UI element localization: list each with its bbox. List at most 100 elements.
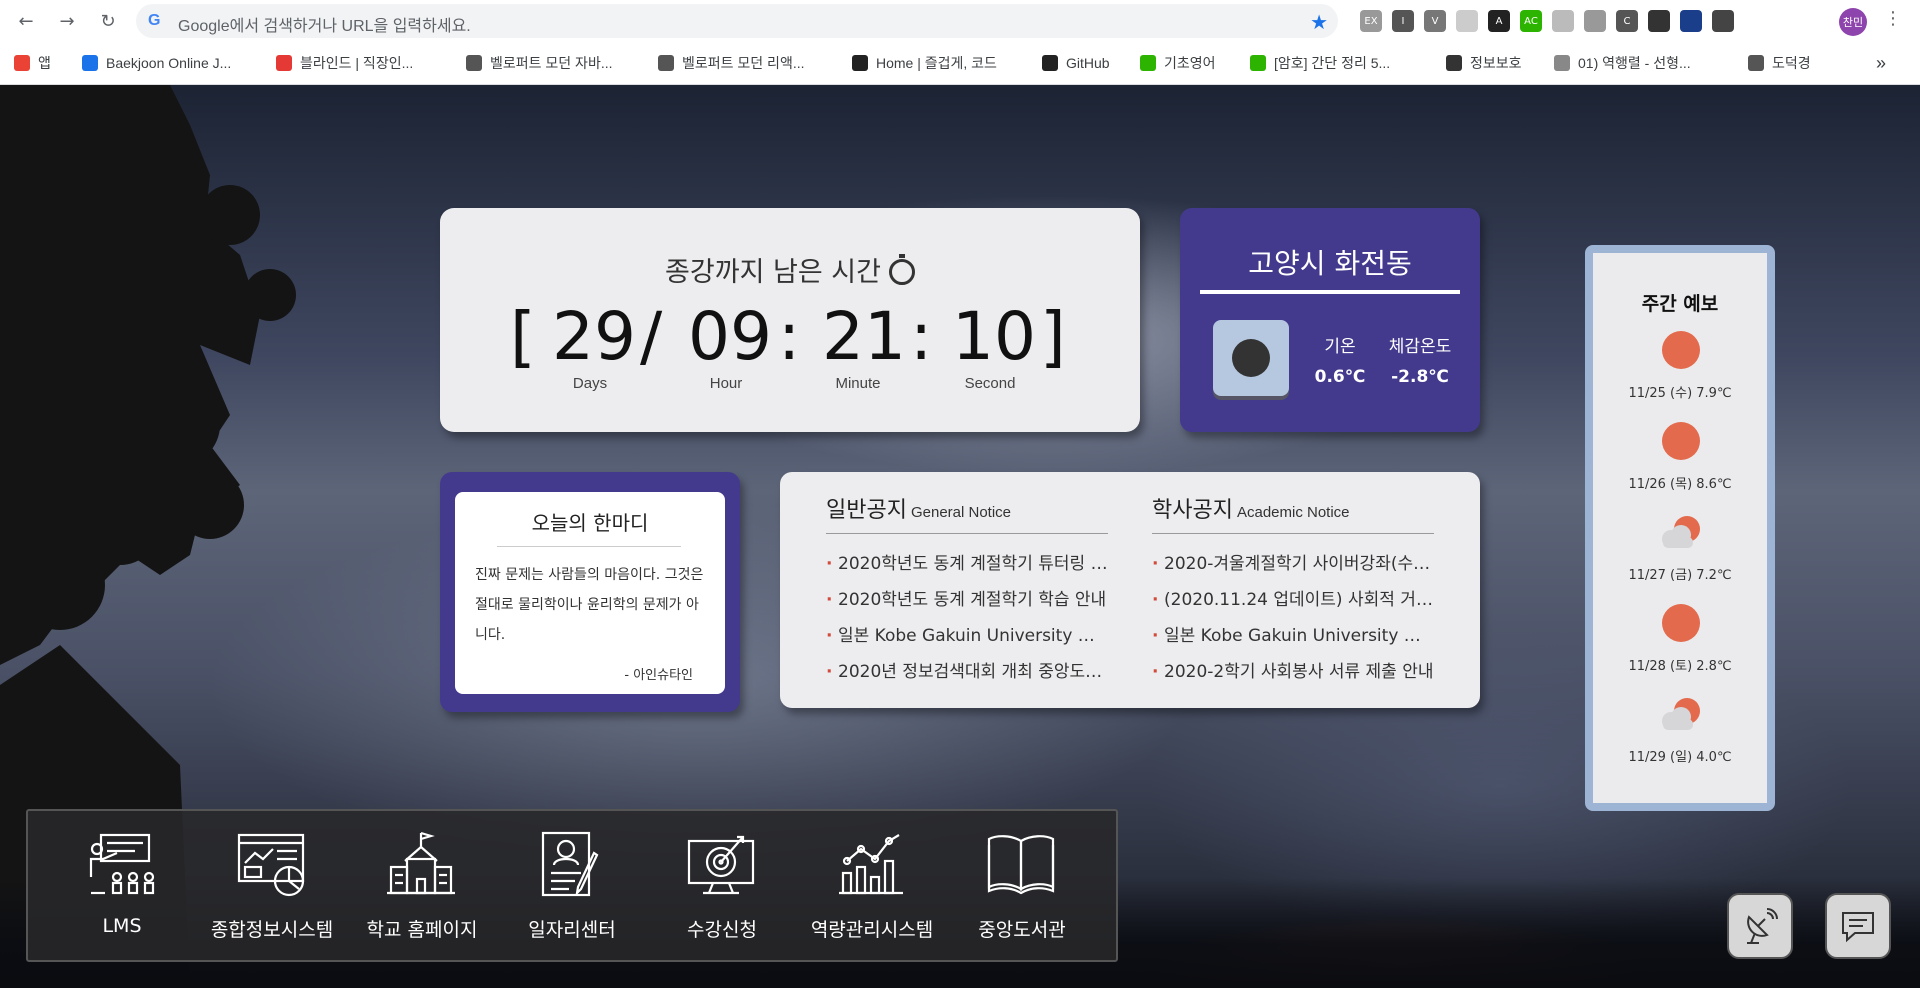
resume-icon <box>541 831 599 897</box>
shortcut-lms[interactable]: LMS <box>52 831 192 941</box>
extension-icon[interactable] <box>1648 10 1670 32</box>
address-bar-placeholder: Google에서 검색하거나 URL을 입력하세요. <box>178 18 471 35</box>
general-notice-item[interactable]: 2020학년도 동계 계절학기 튜터링 프로그램 안내 <box>826 546 1108 582</box>
bookmark-item[interactable]: 01) 역행렬 - 선형... <box>1554 52 1691 74</box>
general-notice-item[interactable]: 일본 Kobe Gakuin University 온라인 프로그램 <box>826 618 1108 654</box>
weekly-forecast-title: 주간 예보 <box>1641 293 1719 315</box>
days-label: Days <box>572 375 608 392</box>
extension-icon[interactable] <box>1456 10 1478 32</box>
code-icon <box>82 55 98 71</box>
academic-notice-title: 학사공지 <box>1152 498 1233 523</box>
bookmark-label: 벨로퍼트 모던 리액... <box>682 55 805 71</box>
quote-panel: 오늘의 한마디 진짜 문제는 사람들의 마음이다. 그것은 절대로 물리학이나 … <box>455 492 725 694</box>
extension-icon[interactable] <box>1680 10 1702 32</box>
forecast-day-label: 11/25 (수) 7.9℃ <box>1628 386 1732 401</box>
back-arrow-icon[interactable]: ← <box>13 8 39 34</box>
quote-author: - 아인슈타인 <box>624 668 693 683</box>
shortcut-중앙도서관[interactable]: 중앙도서관 <box>952 831 1092 941</box>
countdown-hours: 09 <box>688 298 772 375</box>
bookmark-label: [암호] 간단 정리 5... <box>1274 55 1391 71</box>
browser-toolbar: ← → ↻ G Google에서 검색하거나 URL을 입력하세요. ★ EX I… <box>0 0 1920 42</box>
academic-notice-header: 학사공지 Academic Notice <box>1152 492 1434 534</box>
shortcut-label: 중앙도서관 <box>978 919 1066 941</box>
close-bracket: ] <box>1040 298 1066 375</box>
general-notice-item[interactable]: 2020학년도 동계 계절학기 학습 안내 <box>826 582 1108 618</box>
academic-notice-item[interactable]: 2020-2학기 사회봉사 서류 제출 안내 <box>1152 654 1434 690</box>
extension-icon[interactable]: EX <box>1360 10 1382 32</box>
bookmark-item[interactable]: Baekjoon Online J... <box>82 52 231 74</box>
temperature-label: 기온 <box>1324 337 1356 357</box>
weather-location: 고양시 화전동 <box>1248 247 1412 280</box>
bookmark-label: 01) 역행렬 - 선형... <box>1578 55 1691 71</box>
general-notice-item[interactable]: 2020년 정보검색대회 개최 중앙도서관 <box>826 654 1108 690</box>
extension-icon[interactable]: I <box>1392 10 1414 32</box>
profile-avatar[interactable]: 찬민 <box>1839 8 1867 36</box>
days-separator: / <box>640 298 663 375</box>
bookmark-item[interactable]: 블라인드 | 직장인... <box>276 52 413 74</box>
academic-notice-subtitle: Academic Notice <box>1236 504 1350 521</box>
address-bar[interactable]: G Google에서 검색하거나 URL을 입력하세요. ★ <box>136 4 1338 38</box>
bookmark-item[interactable]: 앱 <box>14 52 51 74</box>
extension-icon[interactable] <box>1584 10 1606 32</box>
doc-icon <box>1554 55 1570 71</box>
shortcut-학교-홈페이지[interactable]: 학교 홈페이지 <box>352 831 492 941</box>
academic-notice-item[interactable]: 일본 Kobe Gakuin University 온라인 프로그램 <box>1152 618 1434 654</box>
bookmarks-overflow-button[interactable]: » <box>1876 52 1886 74</box>
sun-icon <box>1662 422 1700 460</box>
academic-notice-item[interactable]: (2020.11.24 업데이트) 사회적 거리두기 안내 <box>1152 582 1434 618</box>
chat-button[interactable] <box>1825 893 1891 959</box>
extension-icon[interactable]: C <box>1616 10 1638 32</box>
bookmark-item[interactable]: 기초영어 <box>1140 52 1216 74</box>
minutes-separator: : <box>910 298 933 375</box>
extension-icon[interactable] <box>1712 10 1734 32</box>
bookmark-label: GitHub <box>1066 55 1110 71</box>
sun-icon <box>1662 604 1700 642</box>
shortcut-수강신청[interactable]: 수강신청 <box>652 831 792 941</box>
shortcut-label: 역량관리시스템 <box>810 919 934 941</box>
bookmark-item[interactable]: Home | 즐겁게, 코드 <box>852 52 997 74</box>
kebab-menu-icon[interactable]: ⋮ <box>1884 8 1902 29</box>
weather-condition-icon <box>1213 320 1289 396</box>
extension-icon[interactable]: V <box>1424 10 1446 32</box>
github-icon <box>1042 55 1058 71</box>
reload-icon[interactable]: ↻ <box>95 8 121 34</box>
bookmark-item[interactable]: [암호] 간단 정리 5... <box>1250 52 1390 74</box>
sun-icon <box>1662 331 1700 369</box>
extension-icon[interactable] <box>1552 10 1574 32</box>
satellite-button[interactable] <box>1727 893 1793 959</box>
weekly-forecast-panel: 주간 예보 11/25 (수) 7.9℃ 11/26 (목) 8.6℃ 11/27 … <box>1593 253 1767 803</box>
bookmark-item[interactable]: 벨로퍼트 모던 리액... <box>658 52 805 74</box>
academic-notice-item[interactable]: 2020-겨울계절학기 사이버강좌(수강안내) <box>1152 546 1434 582</box>
shortcut-일자리센터[interactable]: 일자리센터 <box>502 831 642 941</box>
bookmark-item[interactable]: 도덕경 <box>1748 52 1811 74</box>
minutes-label: Minute <box>835 375 881 392</box>
apps-icon <box>14 55 30 71</box>
bookmark-label: 기초영어 <box>1164 55 1216 71</box>
extension-icon[interactable]: AC <box>1520 10 1542 32</box>
countdown-digits: [ 29 / 09 : 21 : 10 ] <box>440 298 1140 375</box>
book-icon <box>658 55 674 71</box>
feels-like-label: 체감온도 <box>1388 337 1452 357</box>
forecast-day-label: 11/27 (금) 7.2℃ <box>1628 568 1732 583</box>
chat-bubble-icon <box>1842 912 1874 943</box>
bookmark-label: 벨로퍼트 모던 자바... <box>490 55 613 71</box>
notice-card: 일반공지General Notice 2020학년도 동계 계절학기 튜터링 프… <box>780 472 1480 708</box>
bookmark-star-icon[interactable]: ★ <box>1310 10 1328 34</box>
shortcut-bar: LMS 종합정보시스템 학교 홈페이지 일자리센터 수강신청 역량관리시스템 중앙도서관 <box>26 809 1118 962</box>
shortcut-종합정보시스템[interactable]: 종합정보시스템 <box>202 831 342 941</box>
bookmark-label: 앱 <box>38 55 51 71</box>
shortcut-역량관리시스템[interactable]: 역량관리시스템 <box>802 831 942 941</box>
extension-icon[interactable]: A <box>1488 10 1510 32</box>
bookmark-item[interactable]: 정보보호 <box>1446 52 1522 74</box>
new-tab-page: 종강까지 남은 시간 [ 29 / 09 : 21 : 10 ] Days Ho… <box>0 85 1920 988</box>
hours-separator: : <box>778 298 801 375</box>
stopwatch-icon <box>888 254 915 285</box>
countdown-days: 29 <box>552 298 636 375</box>
forward-arrow-icon[interactable]: → <box>54 8 80 34</box>
bookmark-item[interactable]: GitHub <box>1042 52 1110 74</box>
forecast-day-label: 11/29 (일) 4.0℃ <box>1628 750 1732 765</box>
general-notice-header: 일반공지 General Notice <box>826 492 1108 534</box>
countdown-card: 종강까지 남은 시간 [ 29 / 09 : 21 : 10 ] Days Ho… <box>440 208 1140 432</box>
bookmark-item[interactable]: 벨로퍼트 모던 자바... <box>466 52 613 74</box>
forecast-day-label: 11/28 (토) 2.8℃ <box>1628 659 1732 674</box>
